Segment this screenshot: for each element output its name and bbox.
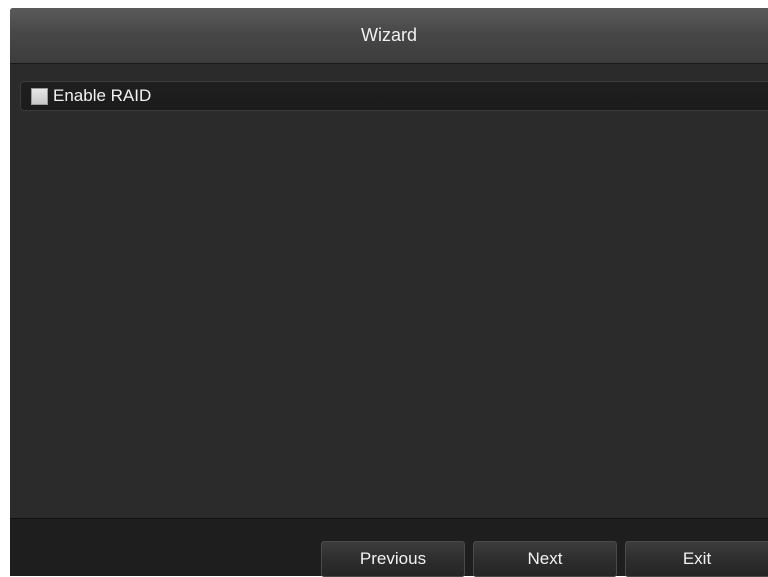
wizard-content: Enable RAID [10,64,768,518]
enable-raid-checkbox[interactable] [31,87,48,105]
wizard-window: Wizard Enable RAID Previous Next Exit [10,8,768,577]
window-title: Wizard [360,25,417,45]
enable-raid-row[interactable]: Enable RAID [20,81,768,111]
enable-raid-label: Enable RAID [53,86,152,105]
previous-button[interactable]: Previous [321,541,465,577]
title-bar: Wizard [10,8,768,64]
next-button[interactable]: Next [473,541,617,577]
exit-button[interactable]: Exit [625,541,768,577]
wizard-footer: Previous Next Exit [10,518,768,577]
